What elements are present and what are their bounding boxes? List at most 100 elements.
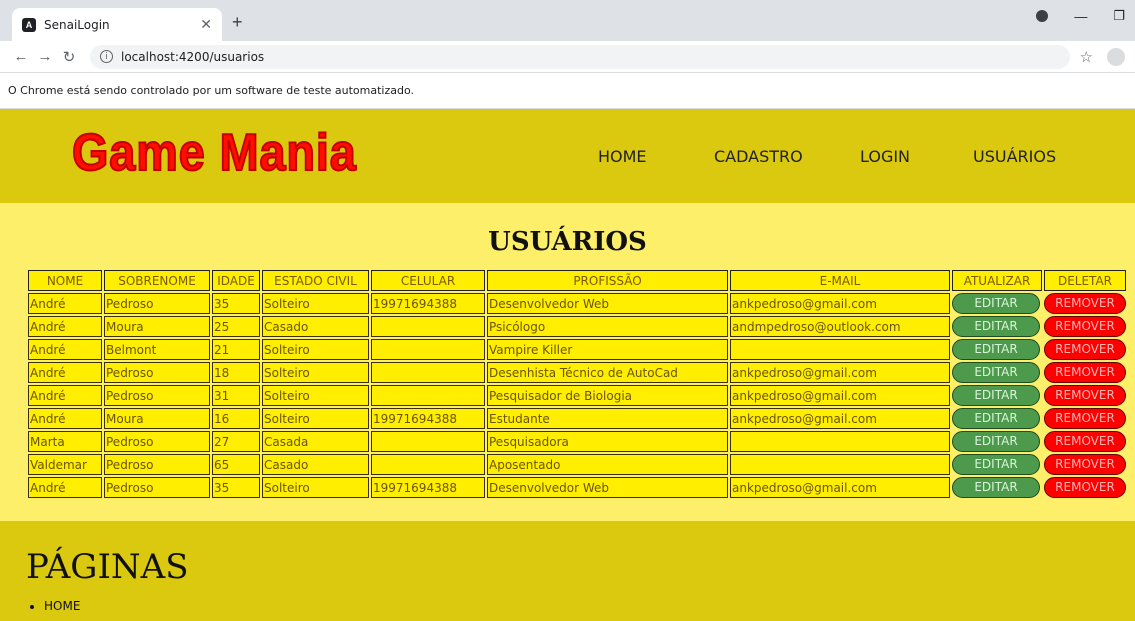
window-controls: — ❐ — [1036, 8, 1125, 24]
cell-idade: 21 — [212, 339, 260, 360]
cell-deletar: REMOVER — [1044, 316, 1126, 337]
edit-button[interactable]: EDITAR — [952, 362, 1040, 383]
cell-deletar: REMOVER — [1044, 477, 1126, 498]
cell-estado-civil: Solteiro — [262, 293, 369, 314]
cell-idade: 18 — [212, 362, 260, 383]
back-icon[interactable]: ← — [10, 48, 32, 65]
remove-button[interactable]: REMOVER — [1044, 339, 1126, 360]
cell-email — [730, 431, 950, 452]
table-row: André Pedroso 35 Solteiro 19971694388 Desenvo… — [28, 293, 1126, 314]
users-table: NOME SOBRENOME IDADE ESTADO CIVIL CELULA… — [26, 268, 1128, 500]
cell-email: ankpedroso@gmail.com — [730, 293, 950, 314]
address-bar: ← → ↻ i localhost:4200/usuarios ☆ — [0, 41, 1135, 73]
remove-button[interactable]: REMOVER — [1044, 431, 1126, 452]
footer-link-home[interactable]: HOME — [44, 599, 80, 613]
cell-email — [730, 339, 950, 360]
browser-tab[interactable]: A SenaiLogin ✕ — [12, 8, 222, 41]
close-icon[interactable]: ✕ — [200, 16, 212, 33]
remove-button[interactable]: REMOVER — [1044, 408, 1126, 429]
cell-nome: Valdemar — [28, 454, 102, 475]
cell-profissao: Pesquisador de Biologia — [487, 385, 728, 406]
remove-button[interactable]: REMOVER — [1044, 362, 1126, 383]
cell-email: ankpedroso@gmail.com — [730, 362, 950, 383]
remove-button[interactable]: REMOVER — [1044, 454, 1126, 475]
users-section: USUÁRIOS NOME SOBRENOME IDADE ESTADO CIV… — [0, 203, 1135, 521]
cell-sobrenome: Moura — [104, 316, 210, 337]
remove-button[interactable]: REMOVER — [1044, 316, 1126, 337]
col-idade: IDADE — [212, 270, 260, 291]
table-body: André Pedroso 35 Solteiro 19971694388 Desenvo… — [28, 293, 1126, 498]
nav-usuarios[interactable]: USUÁRIOS — [973, 147, 1056, 166]
nav-home[interactable]: HOME — [598, 147, 714, 166]
edit-button[interactable]: EDITAR — [952, 385, 1040, 406]
angular-icon: A — [22, 17, 36, 32]
cell-email: ankpedroso@gmail.com — [730, 408, 950, 429]
cell-celular: 19971694388 — [371, 293, 485, 314]
cell-deletar: REMOVER — [1044, 385, 1126, 406]
cell-deletar: REMOVER — [1044, 431, 1126, 452]
infobar-text: O Chrome está sendo controlado por um so… — [8, 84, 415, 97]
remove-button[interactable]: REMOVER — [1044, 293, 1126, 314]
edit-button[interactable]: EDITAR — [952, 408, 1040, 429]
cell-deletar: REMOVER — [1044, 454, 1126, 475]
account-icon[interactable] — [1107, 47, 1125, 66]
cell-profissao: Aposentado — [487, 454, 728, 475]
cell-nome: Marta — [28, 431, 102, 452]
minimize-icon[interactable]: — — [1074, 9, 1087, 24]
cell-celular: 19971694388 — [371, 477, 485, 498]
cell-deletar: REMOVER — [1044, 339, 1126, 360]
cell-deletar: REMOVER — [1044, 293, 1126, 314]
edit-button[interactable]: EDITAR — [952, 316, 1040, 337]
remove-button[interactable]: REMOVER — [1044, 385, 1126, 406]
edit-button[interactable]: EDITAR — [952, 293, 1040, 314]
cell-estado-civil: Solteiro — [262, 408, 369, 429]
cell-idade: 16 — [212, 408, 260, 429]
cell-idade: 25 — [212, 316, 260, 337]
cell-email: ankpedroso@gmail.com — [730, 477, 950, 498]
bookmark-star-icon[interactable]: ☆ — [1080, 48, 1093, 66]
edit-button[interactable]: EDITAR — [952, 431, 1040, 452]
cell-celular — [371, 339, 485, 360]
footer-link-list: HOME — [44, 599, 80, 613]
reload-icon[interactable]: ↻ — [58, 48, 80, 66]
table-header-row: NOME SOBRENOME IDADE ESTADO CIVIL CELULA… — [28, 270, 1126, 291]
cell-sobrenome: Pedroso — [104, 362, 210, 383]
cell-sobrenome: Moura — [104, 408, 210, 429]
cell-celular — [371, 431, 485, 452]
cell-atualizar: EDITAR — [952, 293, 1042, 314]
cell-profissao: Pesquisadora — [487, 431, 728, 452]
edit-button[interactable]: EDITAR — [952, 477, 1040, 498]
remove-button[interactable]: REMOVER — [1044, 477, 1126, 498]
cell-estado-civil: Casado — [262, 454, 369, 475]
nav-cadastro[interactable]: CADASTRO — [714, 147, 860, 166]
cell-email: andmpedroso@outlook.com — [730, 316, 950, 337]
cell-celular — [371, 316, 485, 337]
cell-nome: André — [28, 408, 102, 429]
edit-button[interactable]: EDITAR — [952, 454, 1040, 475]
page-title: USUÁRIOS — [488, 227, 647, 257]
nav-login[interactable]: LOGIN — [860, 147, 973, 166]
forward-icon[interactable]: → — [34, 48, 56, 65]
restore-icon[interactable]: ❐ — [1113, 8, 1125, 24]
chrome-profile-icon[interactable] — [1036, 10, 1049, 22]
footer-title: PÁGINAS — [26, 547, 189, 587]
cell-sobrenome: Pedroso — [104, 293, 210, 314]
cell-celular: 19971694388 — [371, 408, 485, 429]
automation-infobar: O Chrome está sendo controlado por um so… — [0, 73, 1135, 109]
cell-profissao: Desenvolvedor Web — [487, 293, 728, 314]
cell-atualizar: EDITAR — [952, 477, 1042, 498]
site-logo[interactable]: Game Mania — [71, 123, 357, 183]
url-text: localhost:4200/usuarios — [121, 49, 265, 64]
url-field[interactable]: i localhost:4200/usuarios — [90, 44, 1070, 69]
cell-atualizar: EDITAR — [952, 431, 1042, 452]
edit-button[interactable]: EDITAR — [952, 339, 1040, 360]
col-profissao: PROFISSÃO — [487, 270, 728, 291]
col-celular: CELULAR — [371, 270, 485, 291]
cell-atualizar: EDITAR — [952, 454, 1042, 475]
info-icon[interactable]: i — [100, 50, 113, 63]
table-row: André Belmont 21 Solteiro Vampire Killer EDIT… — [28, 339, 1126, 360]
new-tab-icon[interactable]: + — [232, 12, 243, 33]
cell-celular — [371, 385, 485, 406]
cell-profissao: Desenhista Técnico de AutoCad — [487, 362, 728, 383]
cell-nome: André — [28, 477, 102, 498]
